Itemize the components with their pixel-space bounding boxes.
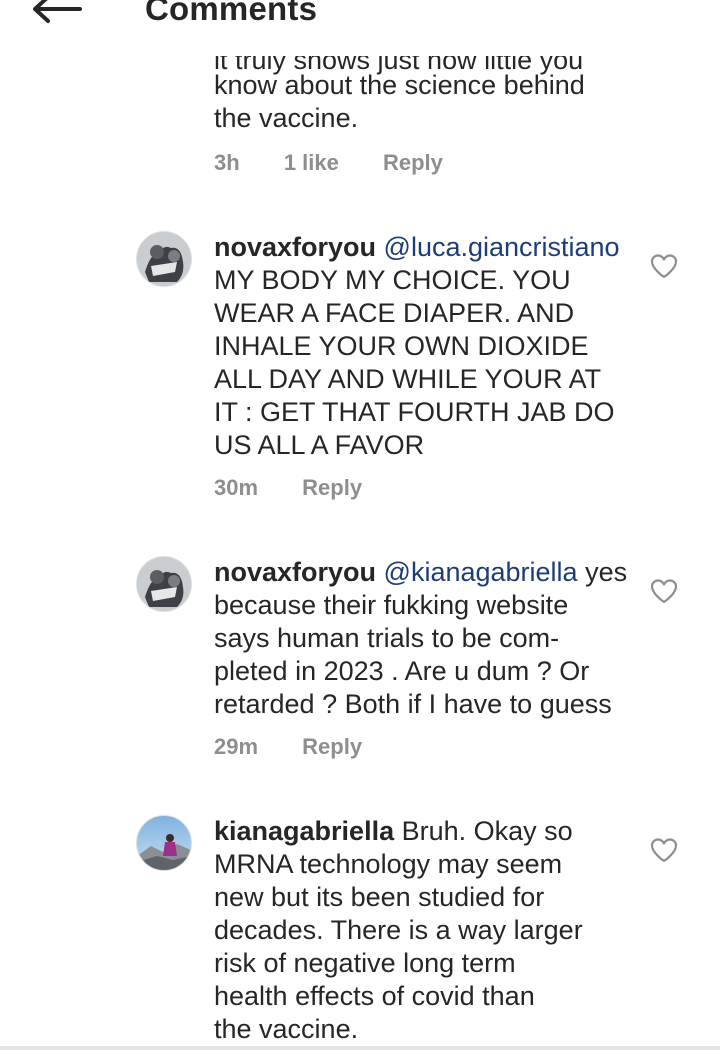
comment-line: US ALL A FAVOR — [214, 430, 425, 460]
comment-line: decades. There is a way larger — [214, 915, 583, 945]
comment-text-partial: know about the science behind the vaccin… — [214, 69, 634, 135]
comment-username[interactable]: kianagabriella — [214, 816, 394, 846]
header: Comments — [0, 0, 720, 32]
comment-meta: 30m Reply — [214, 475, 400, 501]
comment-line: IT : GET THAT FOURTH JAB DO — [214, 397, 615, 427]
comment-text: novaxforyou @kianagabriella yes because … — [214, 556, 644, 721]
page-title: Comments — [145, 0, 318, 27]
comment-time: 29m — [214, 734, 259, 759]
comment-text-rest: Bruh. Okay so — [394, 816, 573, 846]
comment-line: the vaccine. — [214, 103, 359, 133]
comment-line: because their fukking website — [214, 590, 569, 620]
back-button[interactable] — [30, 0, 82, 24]
comment-line: pleted in 2023 . Are u dum ? Or — [214, 656, 590, 686]
avatar[interactable] — [136, 815, 192, 871]
comment-mention[interactable]: @kianagabriella — [384, 557, 578, 587]
comment-meta: 3h 1 like Reply — [214, 150, 481, 176]
avatar[interactable] — [136, 556, 192, 612]
comment-username[interactable]: novaxforyou — [214, 232, 376, 262]
reply-button[interactable]: Reply — [302, 734, 362, 760]
comment-line: says human trials to be com- — [214, 623, 560, 653]
comment-text-rest: yes — [577, 557, 628, 587]
avatar-icon — [137, 232, 191, 286]
comment-line: INHALE YOUR OWN DIOXIDE — [214, 331, 589, 361]
comment-text: kianagabriella Bruh. Okay so MRNA techno… — [214, 815, 634, 1046]
avatar-icon — [137, 816, 191, 870]
comment-line: MY BODY MY CHOICE. YOU — [214, 265, 571, 295]
comment-line: health effects of covid than — [214, 981, 535, 1011]
comment-meta: 29m Reply — [214, 734, 400, 760]
avatar[interactable] — [136, 231, 192, 287]
comment-line: MRNA technology may seem — [214, 849, 563, 879]
arrow-left-icon — [33, 0, 82, 23]
heart-outline-icon[interactable] — [650, 253, 678, 279]
reply-button[interactable]: Reply — [302, 475, 362, 501]
comment-time: 3h — [214, 150, 240, 175]
heart-outline-icon[interactable] — [650, 837, 678, 863]
comment-line: risk of negative long term — [214, 948, 516, 978]
comment-line: the vaccine. — [214, 1014, 359, 1044]
avatar-icon — [137, 557, 191, 611]
comment-text: novaxforyou @luca.giancristiano MY BODY … — [214, 231, 634, 462]
divider — [0, 1046, 720, 1050]
comment-mention[interactable]: @luca.giancristiano — [384, 232, 620, 262]
reply-button[interactable]: Reply — [383, 150, 443, 176]
comment-username[interactable]: novaxforyou — [214, 557, 376, 587]
comment-line: know about the science behind — [214, 70, 585, 100]
heart-outline-icon[interactable] — [650, 578, 678, 604]
comment-line: ALL DAY AND WHILE YOUR AT — [214, 364, 602, 394]
comment-line: WEAR A FACE DIAPER. AND — [214, 298, 575, 328]
comment-likes[interactable]: 1 like — [284, 150, 339, 176]
comment-line: new but its been studied for — [214, 882, 545, 912]
comment-time: 30m — [214, 475, 259, 500]
comment-line: retarded ? Both if I have to guess — [214, 689, 612, 719]
